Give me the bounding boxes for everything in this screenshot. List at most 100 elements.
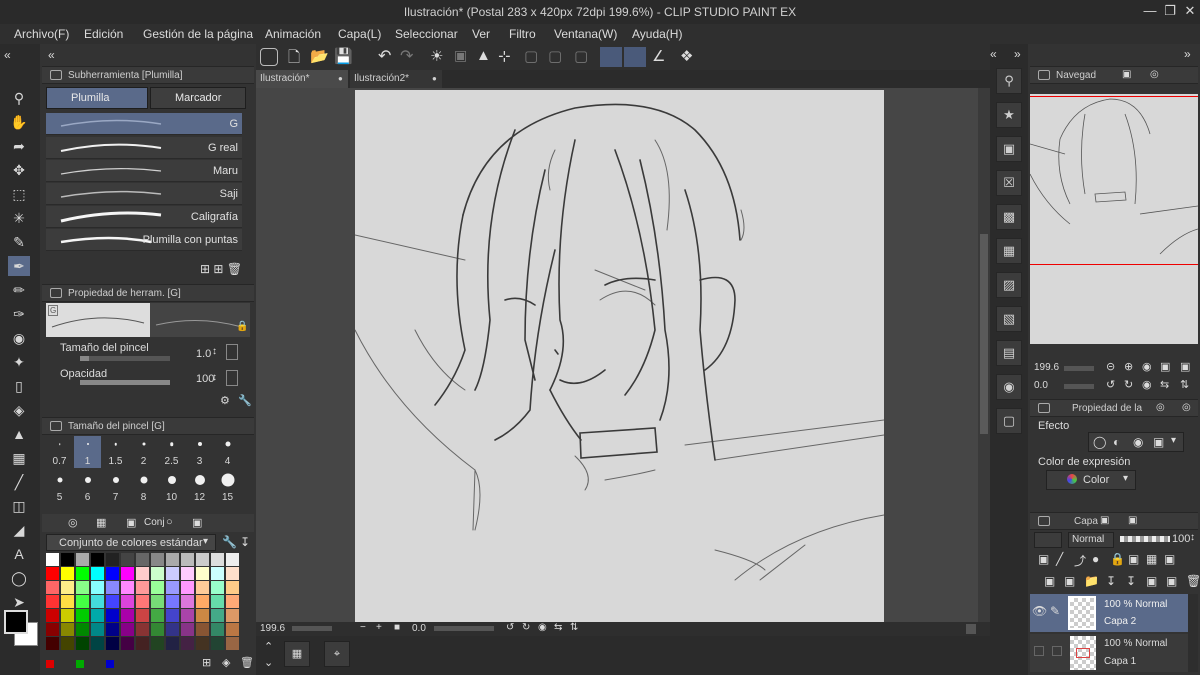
color-swatch[interactable] xyxy=(226,637,239,650)
menu-help[interactable]: Ayuda(H) xyxy=(632,27,682,41)
zoom-in-icon[interactable]: + xyxy=(376,622,382,633)
hide-selection-icon[interactable]: ▢ xyxy=(524,47,538,65)
navigator-zoom-out-icon[interactable]: ⊝ xyxy=(1106,360,1115,373)
layer-opacity-slider[interactable] xyxy=(1120,536,1170,542)
add-color-icon[interactable]: ⊞ xyxy=(202,656,211,669)
color-swatch[interactable] xyxy=(211,567,224,580)
color-swatch[interactable] xyxy=(181,623,194,636)
color-swatch[interactable] xyxy=(166,553,179,566)
color-swatch[interactable] xyxy=(211,581,224,594)
expression-color-dropdown[interactable]: Color ▾ xyxy=(1046,470,1136,490)
extract-line-icon[interactable]: ◉ xyxy=(1133,435,1143,449)
decoration-tool-icon[interactable]: ✦ xyxy=(8,352,30,372)
tone-effect-icon[interactable]: ◐ xyxy=(1113,435,1120,449)
close-tab-icon[interactable]: ● xyxy=(432,70,437,88)
color-swatch[interactable] xyxy=(121,567,134,580)
color-swatch[interactable] xyxy=(136,609,149,622)
rotation-slider[interactable] xyxy=(434,626,494,631)
balloon-tool-icon[interactable]: ◯ xyxy=(8,568,30,588)
timeline-icon[interactable]: ▦ xyxy=(284,641,310,667)
eye-off-icon[interactable] xyxy=(1034,646,1044,656)
color-swatch[interactable] xyxy=(106,609,119,622)
opacity-toggle-icon[interactable] xyxy=(226,370,238,386)
brush-size-option[interactable]: 2 xyxy=(130,436,157,468)
layer-color-tag-icon[interactable]: ▣ xyxy=(1164,552,1175,566)
brush-size-option[interactable]: 4 xyxy=(214,436,241,468)
color-swatch[interactable] xyxy=(61,595,74,608)
navigator-preview[interactable] xyxy=(1029,94,1199,344)
material-doc-icon[interactable]: ▢ xyxy=(996,408,1022,434)
navigator-rotate-right-icon[interactable]: ↻ xyxy=(1124,378,1133,391)
new-file-icon[interactable]: 🗋 xyxy=(288,47,300,72)
color-swatch[interactable] xyxy=(136,595,149,608)
menu-page[interactable]: Gestión de la página xyxy=(143,27,253,41)
brush-size-option[interactable]: 3 xyxy=(186,436,213,468)
layer-row-capa-2[interactable]: 👁 ✎ 100 % Normal Capa 2 xyxy=(1030,594,1188,632)
color-swatch[interactable] xyxy=(76,581,89,594)
brush-size-option[interactable]: 2.5 xyxy=(158,436,185,468)
color-swatch[interactable] xyxy=(196,567,209,580)
navigator-zoom-slider[interactable] xyxy=(1064,366,1094,371)
clip-layer-icon[interactable]: ⤴ xyxy=(1074,552,1086,569)
color-swatch[interactable] xyxy=(136,623,149,636)
eyedropper-tool-icon[interactable]: ✎ xyxy=(8,232,30,252)
correct-line-tool-icon[interactable]: ➤ xyxy=(8,592,30,612)
pressure-toggle-icon[interactable] xyxy=(226,344,238,360)
clip-studio-icon[interactable] xyxy=(260,48,278,66)
delete-color-icon[interactable]: 🗑 xyxy=(240,656,254,669)
expand-right-icon[interactable]: « xyxy=(990,47,997,61)
subtool-tab-plumilla[interactable]: Plumilla xyxy=(46,87,148,109)
blend-tool-icon[interactable]: ◈ xyxy=(8,400,30,420)
color-swatch[interactable] xyxy=(196,623,209,636)
mask-icon[interactable]: ▣ xyxy=(1146,574,1157,588)
color-swatch[interactable] xyxy=(211,553,224,566)
pencil-tool-icon[interactable]: ✏ xyxy=(8,280,30,300)
menu-animation[interactable]: Animación xyxy=(265,27,321,41)
wrench-icon[interactable]: 🔧 xyxy=(238,394,252,407)
color-set-tab-label[interactable]: Conj xyxy=(144,517,165,528)
color-swatch[interactable] xyxy=(91,553,104,566)
color-swatch[interactable] xyxy=(211,609,224,622)
color-wheel-tab-icon[interactable]: ◎ xyxy=(68,516,78,529)
close-icon[interactable]: ✕ xyxy=(1180,2,1200,20)
color-swatch[interactable] xyxy=(151,637,164,650)
layer-color-icon[interactable]: ▣ xyxy=(1153,435,1164,449)
color-swatch[interactable] xyxy=(226,553,239,566)
color-swatch[interactable] xyxy=(76,553,89,566)
color-swatch[interactable] xyxy=(121,553,134,566)
color-swatch[interactable] xyxy=(91,623,104,636)
new-raster-layer-icon[interactable]: ▣ xyxy=(1044,574,1055,588)
color-swatch[interactable] xyxy=(136,553,149,566)
brush-size-option[interactable]: 6 xyxy=(74,472,101,504)
zoom-slider[interactable] xyxy=(292,626,332,631)
color-swatch[interactable] xyxy=(151,567,164,580)
color-swatch[interactable] xyxy=(106,581,119,594)
color-swatch[interactable] xyxy=(196,581,209,594)
navigator-zoom-value[interactable]: 199.6 xyxy=(1034,362,1059,373)
right-panel-collapse-icon[interactable]: » xyxy=(1184,47,1191,61)
lock-layer-icon[interactable]: 🔒 xyxy=(1110,552,1125,566)
history-tab-icon[interactable]: ○ xyxy=(166,516,173,528)
color-swatch[interactable] xyxy=(166,581,179,594)
opacity-slider[interactable] xyxy=(80,380,170,385)
brush-item-saji[interactable]: Saji xyxy=(46,183,242,205)
zoom-value[interactable]: 199.6 xyxy=(260,623,285,634)
auto-action-icon[interactable]: ⌖ xyxy=(324,641,350,667)
animation-cel-tab-icon[interactable]: ▣ xyxy=(1128,515,1137,526)
color-swatch[interactable] xyxy=(106,637,119,650)
subtool-tab-marcador[interactable]: Marcador xyxy=(150,87,246,109)
layer-row-capa-1[interactable]: 100 % Normal Capa 1 xyxy=(1030,634,1188,672)
brush-size-option[interactable]: 1.5 xyxy=(102,436,129,468)
layer-scrollbar[interactable] xyxy=(1188,594,1198,672)
companion-icon[interactable]: ❖ xyxy=(680,47,693,65)
intermediate-color-tab-icon[interactable]: ▦ xyxy=(96,516,106,529)
restore-icon[interactable]: ❐ xyxy=(1160,2,1180,20)
color-swatch[interactable] xyxy=(61,567,74,580)
replace-color-icon[interactable]: ◈ xyxy=(222,656,230,669)
open-file-icon[interactable]: 📂 xyxy=(310,47,329,65)
tool-settings-icon[interactable]: ⚙ xyxy=(220,394,230,407)
collapse-icon[interactable]: « xyxy=(4,48,11,62)
collapse-down-icon[interactable]: ⌄ xyxy=(264,656,273,669)
pen-tool-icon[interactable]: ✒ xyxy=(8,256,30,276)
auto-select-tool-icon[interactable]: ✳ xyxy=(8,208,30,228)
